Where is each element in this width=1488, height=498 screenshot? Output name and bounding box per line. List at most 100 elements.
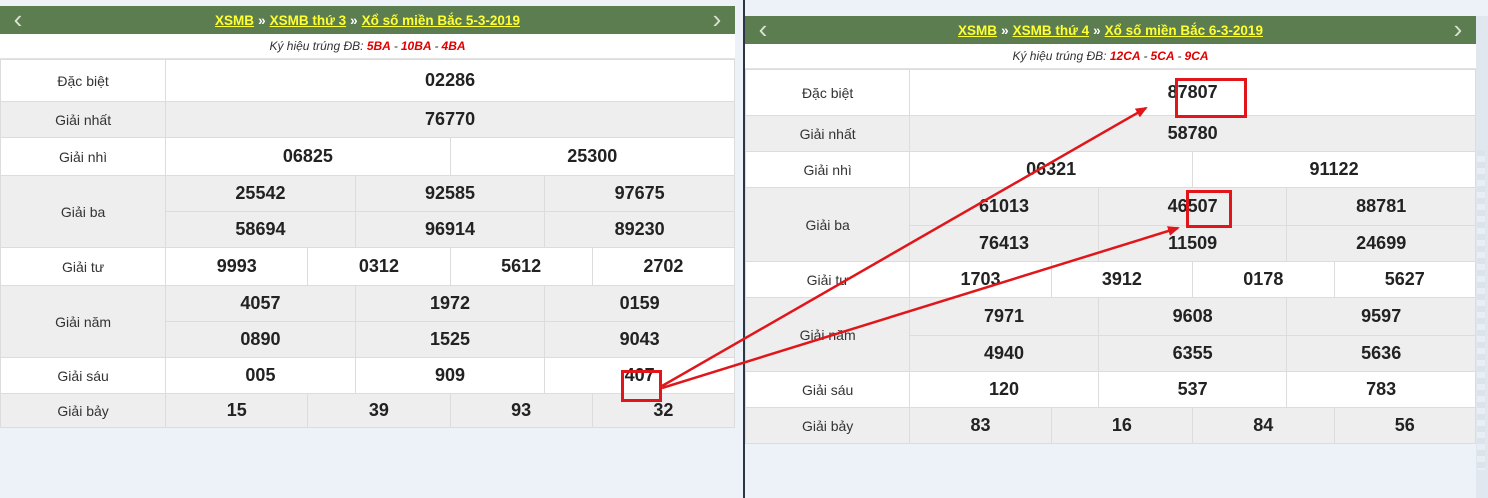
prize-row: Đặc biệt 02286 xyxy=(0,59,735,102)
sixth-prize-number: 537 xyxy=(1097,371,1288,408)
special-prize-number: 02286 xyxy=(165,59,735,102)
sixth-prize-number: 783 xyxy=(1286,371,1476,408)
seventh-prize-number: 56 xyxy=(1333,407,1477,444)
scrollbar-track[interactable] xyxy=(1477,150,1485,470)
fourth-prize-number: 1703 xyxy=(909,261,1052,298)
fifth-prize-number: 6355 xyxy=(1097,335,1288,372)
prize-row: Giải bảy 83 16 84 56 xyxy=(744,407,1477,444)
symbols-separator: - xyxy=(434,39,439,53)
third-prize-number: 97675 xyxy=(544,175,735,212)
fifth-prize-number: 0890 xyxy=(165,321,356,358)
prize-table: Đặc biệt 87807 Giải nhất 58780 Giải nhì 06321… xyxy=(744,69,1477,444)
fourth-prize-number: 5612 xyxy=(449,247,593,286)
highlight-box-right-special-prize xyxy=(1175,78,1247,118)
prize-row: Giải nhì 06321 91122 xyxy=(744,151,1476,188)
prize-label-sixth: Giải sáu xyxy=(0,357,167,394)
symbol-code: 9CA xyxy=(1184,49,1209,63)
seventh-prize-number: 32 xyxy=(591,393,736,428)
breadcrumb-home-link[interactable]: XSMB xyxy=(958,23,997,38)
third-prize-number: 88781 xyxy=(1286,187,1476,226)
third-prize-number: 61013 xyxy=(909,187,1099,226)
seventh-prize-number: 84 xyxy=(1192,407,1335,444)
third-prize-number: 89230 xyxy=(544,211,735,248)
fifth-prize-number: 9597 xyxy=(1286,297,1476,336)
third-prize-number: 58694 xyxy=(165,211,356,248)
chevron-right-icon[interactable]: › xyxy=(703,6,731,34)
prize-label-third: Giải ba xyxy=(0,175,167,248)
breadcrumb-separator: » xyxy=(1093,22,1101,38)
panel-header: ‹ XSMB» XSMB thứ 4» Xổ số miền Bắc 6-3-2019… xyxy=(745,16,1476,44)
top-background-strip xyxy=(745,0,1488,16)
third-prize-number: 92585 xyxy=(354,175,546,212)
fifth-prize-number: 1972 xyxy=(354,285,546,322)
breadcrumb-weekday-link[interactable]: XSMB thứ 4 xyxy=(1013,23,1090,38)
breadcrumb-separator: » xyxy=(1001,22,1009,38)
breadcrumb-page-link[interactable]: Xổ số miền Bắc 5-3-2019 xyxy=(362,13,520,28)
first-prize-number: 76770 xyxy=(165,101,735,138)
symbols-separator: - xyxy=(393,39,398,53)
symbol-code: 5BA xyxy=(366,39,391,53)
fifth-prize-number: 4057 xyxy=(165,285,356,322)
breadcrumb-page-link[interactable]: Xổ số miền Bắc 6-3-2019 xyxy=(1105,23,1263,38)
sixth-prize-number: 120 xyxy=(909,371,1099,408)
fourth-prize-number: 3912 xyxy=(1050,261,1194,298)
symbols-separator: - xyxy=(1177,49,1182,63)
fourth-prize-number: 0178 xyxy=(1192,261,1335,298)
fourth-prize-number: 2702 xyxy=(591,247,736,286)
third-prize-number: 25542 xyxy=(165,175,356,212)
seventh-prize-number: 83 xyxy=(909,407,1052,444)
first-prize-number: 58780 xyxy=(909,115,1476,152)
second-prize-number: 91122 xyxy=(1192,151,1476,188)
prize-label-seventh: Giải bảy xyxy=(744,407,911,444)
seventh-prize-number: 15 xyxy=(165,393,309,428)
symbol-code: 4BA xyxy=(441,39,466,53)
prize-label-second: Giải nhì xyxy=(744,151,911,188)
fourth-prize-number: 9993 xyxy=(165,247,309,286)
symbol-code: 10BA xyxy=(400,39,432,53)
fifth-prize-number: 5636 xyxy=(1286,335,1476,372)
fifth-prize-number: 0159 xyxy=(544,285,735,322)
prize-label-fifth: Giải năm xyxy=(744,297,911,372)
fourth-prize-number: 0312 xyxy=(307,247,451,286)
prize-label-special: Đặc biệt xyxy=(744,69,911,116)
prize-row: Giải tư 1703 3912 0178 5627 xyxy=(744,261,1477,298)
prize-row: Giải năm 4057 1972 0159 xyxy=(0,285,735,358)
symbol-code: 12CA xyxy=(1109,49,1141,63)
symbol-code: 5CA xyxy=(1150,49,1175,63)
prize-label-seventh: Giải bảy xyxy=(0,393,167,428)
prize-label-special: Đặc biệt xyxy=(0,59,167,102)
chevron-left-icon[interactable]: ‹ xyxy=(749,16,777,44)
prize-row: Giải sáu 120 537 783 xyxy=(744,371,1476,408)
prize-row: Giải ba 25542 92585 97675 xyxy=(0,175,735,248)
prize-label-first: Giải nhất xyxy=(744,115,911,152)
symbols-label: Ký hiệu trúng ĐB: xyxy=(269,39,364,53)
prize-row: Giải nhất 76770 xyxy=(0,101,735,138)
prize-row: Giải nhì 06825 25300 xyxy=(0,137,736,176)
seventh-prize-number: 93 xyxy=(449,393,593,428)
result-panel-left: ‹ XSMB» XSMB thứ 3» Xổ số miền Bắc 5-3-2019… xyxy=(0,6,736,428)
symbols-label: Ký hiệu trúng ĐB: xyxy=(1012,49,1107,63)
special-prize-symbols: Ký hiệu trúng ĐB: 5BA -10BA -4BA xyxy=(0,34,735,59)
fifth-prize-number: 4940 xyxy=(909,335,1099,372)
prize-row: Giải ba 61013 46507 88781 xyxy=(744,187,1476,262)
result-panel-right: ‹ XSMB» XSMB thứ 4» Xổ số miền Bắc 6-3-2019… xyxy=(744,16,1477,444)
symbols-separator: - xyxy=(1143,49,1148,63)
breadcrumb-separator: » xyxy=(350,12,358,28)
breadcrumb-separator: » xyxy=(258,12,266,28)
third-prize-number: 11509 xyxy=(1097,225,1288,262)
fifth-prize-number: 9043 xyxy=(544,321,735,358)
fifth-prize-number: 9608 xyxy=(1097,297,1288,336)
breadcrumb-weekday-link[interactable]: XSMB thứ 3 xyxy=(270,13,347,28)
breadcrumb-home-link[interactable]: XSMB xyxy=(215,13,254,28)
third-prize-number: 76413 xyxy=(909,225,1099,262)
highlight-box-left-sixth-prize xyxy=(621,370,662,402)
special-prize-symbols: Ký hiệu trúng ĐB: 12CA -5CA -9CA xyxy=(745,44,1476,69)
fifth-prize-number: 7971 xyxy=(909,297,1099,336)
fourth-prize-number: 5627 xyxy=(1333,261,1477,298)
prize-label-third: Giải ba xyxy=(744,187,911,262)
chevron-left-icon[interactable]: ‹ xyxy=(4,6,32,34)
chevron-right-icon[interactable]: › xyxy=(1444,16,1472,44)
second-prize-number: 25300 xyxy=(449,137,736,176)
prize-row: Giải năm 7971 9608 9597 xyxy=(744,297,1476,372)
prize-row: Đặc biệt 87807 xyxy=(744,69,1476,116)
